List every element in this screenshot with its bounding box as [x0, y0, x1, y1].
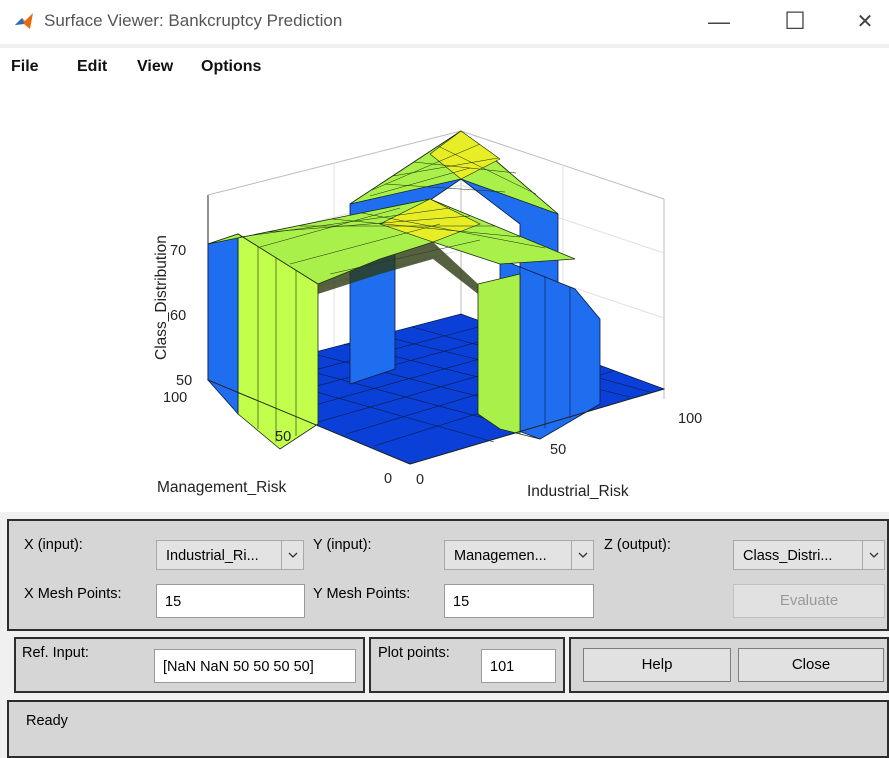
y-mesh-points-input[interactable]: 15	[444, 584, 594, 618]
maximize-button[interactable]: ☐	[772, 6, 818, 38]
help-button[interactable]: Help	[583, 648, 731, 682]
x-tick-50: 50	[550, 442, 566, 458]
x-axis-label: Industrial_Risk	[527, 483, 629, 500]
x-input-dropdown[interactable]: Industrial_Ri...	[156, 540, 304, 570]
menu-bar: File Edit View Options	[0, 48, 889, 84]
y-input-dropdown[interactable]: Managemen...	[444, 540, 594, 570]
y-tick-100: 100	[163, 390, 187, 406]
status-panel: Ready	[7, 700, 889, 758]
menu-view[interactable]: View	[137, 58, 173, 76]
window-title: Surface Viewer: Bankcruptcy Prediction	[44, 11, 343, 30]
z-output-dropdown[interactable]: Class_Distri...	[733, 540, 885, 570]
menu-edit[interactable]: Edit	[77, 58, 107, 76]
z-tick-50: 50	[176, 373, 192, 389]
menu-options[interactable]: Options	[201, 58, 261, 76]
y-mesh-label: Y Mesh Points:	[313, 586, 411, 602]
chevron-down-icon	[862, 541, 884, 569]
ref-input-field[interactable]: [NaN NaN 50 50 50 50]	[154, 649, 356, 683]
title-bar: Surface Viewer: Bankcruptcy Prediction —…	[0, 0, 889, 44]
minimize-button[interactable]: —	[696, 6, 742, 38]
menu-file[interactable]: File	[11, 58, 39, 76]
status-text: Ready	[26, 713, 68, 729]
z-axis-label: Class_Distribution	[153, 235, 170, 360]
x-input-label: X (input):	[24, 537, 83, 553]
matlab-logo-icon	[15, 13, 33, 29]
evaluate-button[interactable]: Evaluate	[733, 584, 885, 618]
y-axis-label: Management_Risk	[157, 479, 286, 496]
axes-selection-panel: X (input): Industrial_Ri... Y (input): M…	[7, 519, 889, 631]
x-tick-0: 0	[416, 472, 424, 488]
z-tick-70: 70	[170, 243, 186, 259]
plot-points-input[interactable]: 101	[481, 649, 556, 683]
y-tick-0: 0	[384, 471, 392, 487]
x-mesh-points-input[interactable]: 15	[156, 584, 305, 618]
actions-panel: Help Close	[569, 637, 889, 693]
chevron-down-icon	[281, 541, 303, 569]
ref-input-label: Ref. Input:	[22, 645, 89, 661]
z-tick-60: 60	[170, 308, 186, 324]
z-output-label: Z (output):	[604, 537, 671, 553]
plot-area[interactable]: 70 60 50 100 50 0 0 50 100 Management_Ri…	[0, 84, 889, 512]
surface-plot[interactable]: 70 60 50 100 50 0 0 50 100 Management_Ri…	[0, 84, 889, 512]
chevron-down-icon	[571, 541, 593, 569]
plot-points-panel: Plot points: 101	[369, 637, 565, 693]
y-input-label: Y (input):	[313, 537, 372, 553]
x-tick-100: 100	[678, 411, 702, 427]
close-button[interactable]: Close	[738, 648, 884, 682]
x-mesh-label: X Mesh Points:	[24, 586, 122, 602]
y-tick-50: 50	[275, 429, 291, 445]
close-window-button[interactable]: ✕	[842, 6, 888, 38]
plot-points-label: Plot points:	[378, 645, 450, 661]
ref-input-panel: Ref. Input: [NaN NaN 50 50 50 50]	[14, 637, 365, 693]
